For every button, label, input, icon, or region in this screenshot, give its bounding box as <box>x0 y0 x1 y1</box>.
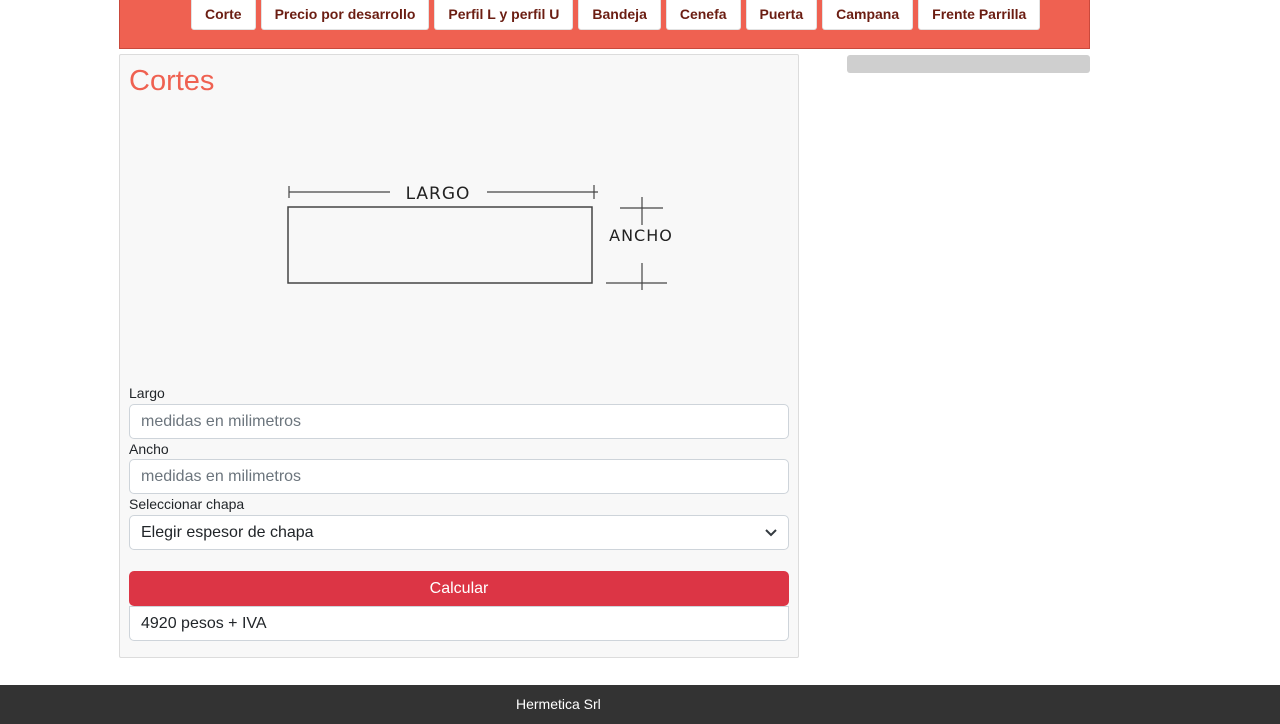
ancho-diagram-label: ANCHO <box>609 226 673 245</box>
nav-perfil-l-u[interactable]: Perfil L y perfil U <box>434 0 574 30</box>
footer: Hermetica Srl <box>0 685 1280 724</box>
largo-input[interactable] <box>129 404 789 439</box>
page-title: Cortes <box>129 65 215 97</box>
sidebar-placeholder-bar <box>847 55 1090 73</box>
cut-dimensions-diagram: LARGO ANCHO <box>287 184 673 290</box>
largo-label: Largo <box>129 385 165 401</box>
nav-bandeja[interactable]: Bandeja <box>578 0 661 30</box>
calcular-button[interactable]: Calcular <box>129 571 789 606</box>
nav-campana[interactable]: Campana <box>822 0 914 30</box>
nav-frente-parrilla[interactable]: Frente Parrilla <box>918 0 1041 30</box>
chapa-select[interactable]: Elegir espesor de chapa <box>129 515 789 550</box>
top-navbar: Corte Precio por desarrollo Perfil L y p… <box>119 0 1090 49</box>
nav-cenefa[interactable]: Cenefa <box>665 0 741 30</box>
chapa-label: Seleccionar chapa <box>129 496 245 512</box>
ancho-input[interactable] <box>129 459 789 494</box>
nav-precio-por-desarrollo[interactable]: Precio por desarrollo <box>260 0 430 30</box>
cortes-card: Cortes LARGO ANCHO Largo Ancho Seleccion… <box>119 54 799 658</box>
largo-diagram-label: LARGO <box>406 184 471 204</box>
footer-text: Hermetica Srl <box>516 696 601 712</box>
nav-puerta[interactable]: Puerta <box>745 0 818 30</box>
nav-menu: Corte Precio por desarrollo Perfil L y p… <box>191 0 1041 30</box>
chapa-select-value: Elegir espesor de chapa <box>141 523 314 541</box>
result-output: 4920 pesos + IVA <box>129 606 789 641</box>
sheet-rectangle <box>287 206 593 284</box>
chevron-down-icon <box>765 528 777 536</box>
ancho-label: Ancho <box>129 441 169 457</box>
nav-corte[interactable]: Corte <box>191 0 256 30</box>
